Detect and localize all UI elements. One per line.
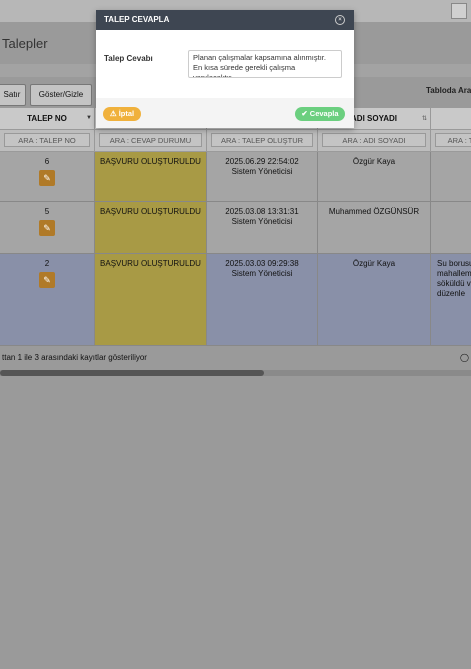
reply-modal: TALEP CEVAPLA × Talep Cevabı Planan çalı… — [96, 10, 354, 128]
filter-description-input[interactable]: ARA : T — [435, 133, 471, 147]
submit-label: Cevapla — [309, 109, 339, 118]
col-header-talep-no[interactable]: TALEP NO — [0, 108, 95, 129]
pagination-icon[interactable]: ◯ — [460, 353, 469, 362]
name-cell: Özgür Kaya — [318, 152, 431, 202]
created-by: Sistem Yöneticisi — [231, 269, 293, 278]
table-cell-date: 2025.03.08 13:31:31 Sistem Yöneticisi — [207, 202, 318, 254]
cancel-label: İptal — [118, 109, 135, 118]
edit-pencil-icon[interactable]: ✎ — [39, 272, 55, 288]
table-info: ttan 1 ile 3 arasındaki kayıtlar gösteri… — [2, 353, 147, 362]
description-cell: Su borusu mahallem söküldü ve düzenle — [431, 254, 471, 346]
description-cell — [431, 202, 471, 254]
modal-header: TALEP CEVAPLA × — [96, 10, 354, 30]
sort-icon[interactable]: ⇅ — [422, 115, 427, 122]
cancel-button[interactable]: ⚠ İptal — [103, 107, 141, 121]
table-cell-no: 2 ✎ — [0, 254, 95, 346]
name-cell: Özgür Kaya — [318, 254, 431, 346]
filter-date-input[interactable]: ARA : TALEP OLUŞTUR — [211, 133, 313, 147]
sort-desc-icon[interactable]: ▼ — [86, 115, 92, 121]
edit-pencil-icon[interactable]: ✎ — [39, 220, 55, 236]
created-date: 2025.06.29 22:54:02 — [225, 157, 299, 166]
filter-cell: ARA : ADI SOYADI — [318, 130, 431, 151]
modal-title: TALEP CEVAPLA — [104, 15, 170, 24]
reply-textarea[interactable]: Planan çalışmalar kapsamına alınmıştır. … — [188, 50, 342, 78]
status-cell: BAŞVURU OLUŞTURULDU — [95, 152, 207, 202]
table-cell-date: 2025.06.29 22:54:02 Sistem Yöneticisi — [207, 152, 318, 202]
request-no: 2 — [44, 259, 50, 268]
warning-icon: ⚠ — [109, 109, 119, 118]
horizontal-scrollbar[interactable] — [0, 370, 471, 376]
page-title: Talepler — [2, 36, 48, 51]
col-header-description[interactable] — [431, 108, 471, 129]
status-cell: BAŞVURU OLUŞTURULDU — [95, 202, 207, 254]
table-cell-no: 6 ✎ — [0, 152, 95, 202]
close-icon[interactable]: × — [335, 15, 345, 25]
filter-status-input[interactable]: ARA : CEVAP DURUMU — [99, 133, 202, 147]
created-date: 2025.03.03 09:29:38 — [225, 259, 299, 268]
filter-cell: ARA : CEVAP DURUMU — [95, 130, 207, 151]
filter-cell: ARA : T — [431, 130, 471, 151]
created-by: Sistem Yöneticisi — [231, 167, 293, 176]
status-cell: BAŞVURU OLUŞTURULDU — [95, 254, 207, 346]
request-no: 6 — [44, 157, 50, 166]
edit-pencil-icon[interactable]: ✎ — [39, 170, 55, 186]
filter-cell: ARA : TALEP NO — [0, 130, 95, 151]
modal-footer: ⚠ İptal ✔ Cevapla — [96, 98, 354, 128]
scrollbar-thumb[interactable] — [0, 370, 264, 376]
name-cell: Muhammed ÖZGÜNSÜR — [318, 202, 431, 254]
requests-table: TALEP NO ▼ ADI SOYADI ⇅ ARA : TALEP NO A… — [0, 108, 471, 346]
table-search-label: Tabloda Ara: — [426, 86, 471, 95]
table-cell-date: 2025.03.03 09:29:38 Sistem Yöneticisi — [207, 254, 318, 346]
table-cell-no: 5 ✎ — [0, 202, 95, 254]
column-toggle-button[interactable]: Göster/Gizle — [30, 84, 92, 106]
submit-button[interactable]: ✔ Cevapla — [295, 107, 345, 121]
description-cell: yo — [431, 152, 471, 202]
reply-field-label: Talep Cevabı — [104, 54, 153, 63]
check-icon: ✔ — [301, 109, 310, 118]
rows-per-page-button[interactable]: Satır — [0, 84, 26, 106]
filter-name-input[interactable]: ARA : ADI SOYADI — [322, 133, 426, 147]
created-by: Sistem Yöneticisi — [231, 217, 293, 226]
filter-talep-no-input[interactable]: ARA : TALEP NO — [4, 133, 90, 147]
created-date: 2025.03.08 13:31:31 — [225, 207, 299, 216]
user-icon[interactable] — [451, 3, 467, 19]
request-no: 5 — [44, 207, 50, 216]
filter-cell: ARA : TALEP OLUŞTUR — [207, 130, 318, 151]
